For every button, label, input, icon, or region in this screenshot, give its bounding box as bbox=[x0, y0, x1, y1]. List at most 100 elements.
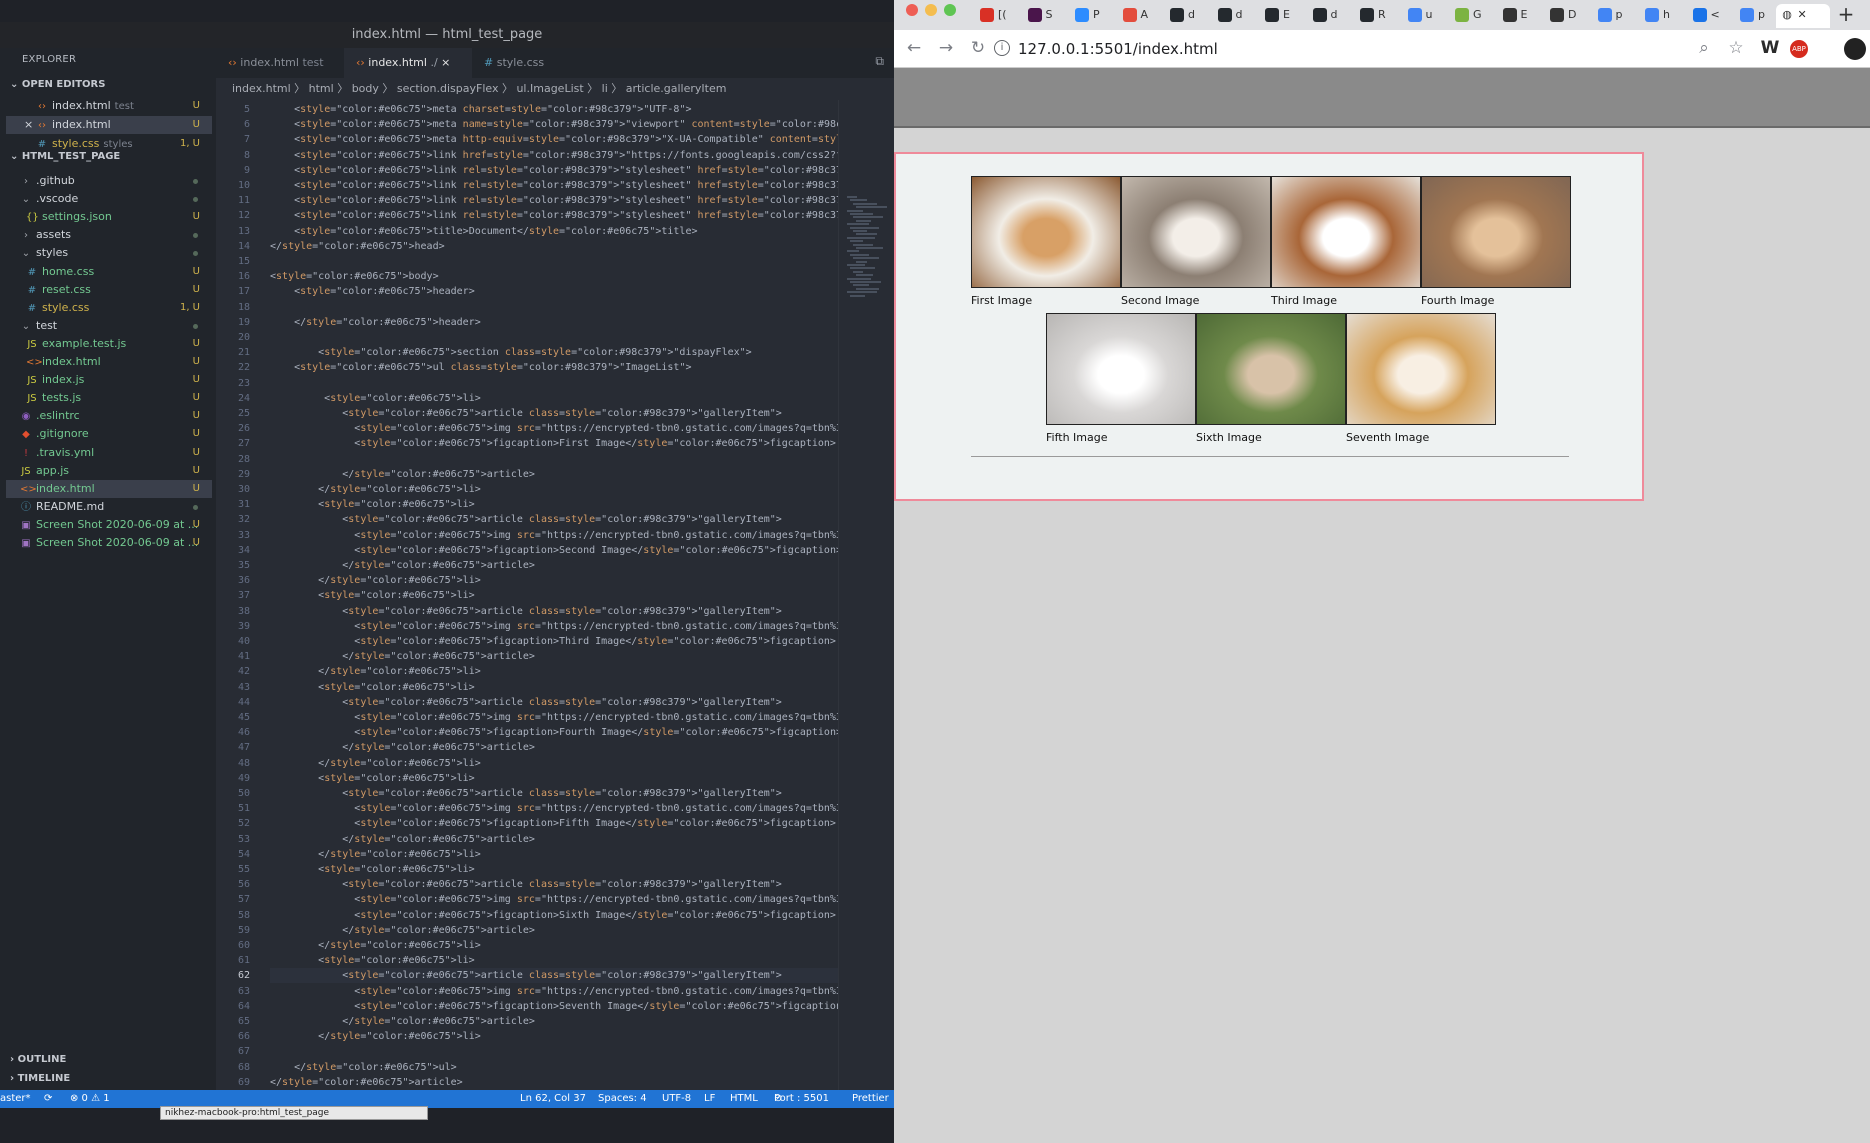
gallery-item[interactable]: Sixth Image bbox=[1196, 313, 1346, 444]
sync-icon[interactable]: ⟳ bbox=[44, 1090, 52, 1108]
file-tree-item[interactable]: <>index.html U bbox=[6, 479, 212, 498]
code-line[interactable]: <style="color:#e06c75">img src="https://… bbox=[270, 892, 838, 907]
close-icon[interactable]: × bbox=[24, 116, 33, 134]
code-line[interactable]: </style="color:#e06c75">article> bbox=[270, 558, 838, 573]
new-tab-button[interactable]: + bbox=[1834, 2, 1858, 26]
file-tree-item[interactable]: JS index.js U bbox=[6, 371, 212, 389]
code-line[interactable]: <style="color:#e06c75">figcaption>First … bbox=[270, 436, 838, 451]
split-editor-icon[interactable]: ⧉ bbox=[875, 54, 884, 69]
address-bar[interactable]: 127.0.0.1:5501/index.html bbox=[1018, 37, 1718, 61]
browser-tab[interactable]: u bbox=[1404, 4, 1442, 28]
branch-indicator[interactable]: aster* bbox=[0, 1090, 31, 1108]
browser-close-button[interactable] bbox=[906, 4, 918, 16]
browser-tab[interactable]: A bbox=[1119, 4, 1157, 28]
browser-tab[interactable]: h bbox=[1641, 4, 1679, 28]
adblock-icon[interactable]: ABP bbox=[1790, 40, 1808, 58]
browser-tab-active[interactable]: ◍ ✕ bbox=[1776, 4, 1830, 28]
browser-tab[interactable]: D bbox=[1546, 4, 1584, 28]
code-line[interactable]: <style="color:#e06c75">section class=sty… bbox=[270, 345, 838, 360]
puppy-image[interactable] bbox=[971, 176, 1121, 288]
file-tree-item[interactable]: ⌄ styles bbox=[6, 244, 212, 262]
code-line[interactable]: <style="color:#e06c75">meta name=style="… bbox=[270, 117, 838, 132]
tab-style-css[interactable]: # style.css bbox=[472, 48, 572, 78]
code-line[interactable]: </style="color:#e06c75">li> bbox=[270, 938, 838, 953]
code-line[interactable]: <style="color:#e06c75">link rel=style="c… bbox=[270, 178, 838, 193]
gallery-item[interactable]: First Image bbox=[971, 176, 1121, 307]
code-line[interactable]: <style="color:#e06c75">figcaption>Third … bbox=[270, 634, 838, 649]
file-tree-item[interactable]: # reset.css U bbox=[6, 281, 212, 299]
tab-index-test[interactable]: ‹› index.html test bbox=[216, 48, 344, 78]
code-line[interactable]: </style="color:#e06c75">li> bbox=[270, 1029, 838, 1044]
file-tree-item[interactable]: # style.css 1, U bbox=[6, 299, 212, 317]
code-line[interactable]: <style="color:#e06c75">li> bbox=[270, 771, 838, 786]
puppy-image[interactable] bbox=[1346, 313, 1496, 425]
code-line[interactable]: <style="color:#e06c75">ul class=style="c… bbox=[270, 360, 838, 375]
puppy-image[interactable] bbox=[1196, 313, 1346, 425]
code-line[interactable]: <style="color:#e06c75">meta http-equiv=s… bbox=[270, 132, 838, 147]
code-line[interactable]: </style="color:#e06c75">header> bbox=[270, 315, 838, 330]
file-tree-item[interactable]: # home.css U bbox=[6, 263, 212, 281]
tab-index-active[interactable]: ‹› index.html ./ × bbox=[344, 48, 472, 78]
breadcrumb[interactable]: index.html 〉 html 〉 body 〉 section.dispa… bbox=[216, 78, 894, 100]
file-tree-item[interactable]: JS app.js U bbox=[6, 462, 212, 480]
problems-indicator[interactable]: ⊗ 0 ⚠ 1 bbox=[70, 1090, 110, 1108]
open-editor-item[interactable]: ‹› index.html U × bbox=[6, 116, 212, 134]
code-line[interactable]: <style="color:#e06c75">img src="https://… bbox=[270, 710, 838, 725]
forward-icon[interactable]: → bbox=[936, 38, 956, 58]
file-tree-item[interactable]: › assets bbox=[6, 226, 212, 244]
file-tree-item[interactable]: <>index.html U bbox=[6, 353, 212, 371]
eol[interactable]: LF bbox=[704, 1090, 715, 1108]
code-line[interactable]: <style="color:#e06c75">article class=sty… bbox=[270, 512, 838, 527]
code-line[interactable]: <style="color:#e06c75">article class=sty… bbox=[270, 604, 838, 619]
code-line[interactable]: </style="color:#e06c75">li> bbox=[270, 664, 838, 679]
code-line[interactable]: </style="color:#e06c75">li> bbox=[270, 573, 838, 588]
code-line[interactable]: <style="color:#e06c75">link rel=style="c… bbox=[270, 163, 838, 178]
code-line[interactable]: <style="color:#e06c75">figcaption>Sixth … bbox=[270, 908, 838, 923]
code-line[interactable]: </style="color:#e06c75">article> bbox=[270, 1014, 838, 1029]
code-line[interactable]: <style="color:#e06c75">link rel=style="c… bbox=[270, 208, 838, 223]
outline-header[interactable]: › OUTLINE bbox=[10, 1054, 66, 1065]
code-line[interactable]: <style="color:#e06c75">link rel=style="c… bbox=[270, 193, 838, 208]
reload-icon[interactable]: ↻ bbox=[968, 38, 988, 58]
zoom-icon[interactable]: ⌕ bbox=[1694, 38, 1714, 58]
code-line[interactable]: <style="color:#e06c75">img src="https://… bbox=[270, 801, 838, 816]
language-mode[interactable]: HTML bbox=[730, 1090, 758, 1108]
code-line[interactable]: <style="color:#e06c75">img src="https://… bbox=[270, 528, 838, 543]
code-line[interactable]: </style="color:#e06c75">article> bbox=[270, 1075, 838, 1090]
code-editor[interactable]: 5 <style="color:#e06c75">meta charset=st… bbox=[216, 100, 838, 1090]
prettier-indicator[interactable]: Prettier bbox=[852, 1090, 889, 1108]
code-line[interactable]: <style="color:#e06c75">li> bbox=[270, 953, 838, 968]
file-tree-item[interactable]: ⌄ test bbox=[6, 317, 212, 335]
minimap[interactable] bbox=[838, 100, 894, 1090]
code-line[interactable] bbox=[270, 300, 838, 315]
browser-zoom-button[interactable] bbox=[944, 4, 956, 16]
extension-w-icon[interactable]: W bbox=[1760, 38, 1780, 58]
code-line[interactable]: <style="color:#e06c75">article class=sty… bbox=[270, 786, 838, 801]
file-tree-item[interactable]: ◉ .eslintrc U bbox=[6, 407, 212, 425]
code-line[interactable]: <style="color:#e06c75">article class=sty… bbox=[270, 406, 838, 421]
back-icon[interactable]: ← bbox=[904, 38, 924, 58]
code-line[interactable]: </style="color:#e06c75">article> bbox=[270, 832, 838, 847]
browser-tab[interactable]: d bbox=[1166, 4, 1204, 28]
code-line[interactable]: <style="color:#e06c75">article class=sty… bbox=[270, 968, 838, 984]
code-line[interactable]: <style="color:#e06c75">title>Document</s… bbox=[270, 224, 838, 239]
browser-tab[interactable]: < bbox=[1689, 4, 1727, 28]
file-tree-item[interactable]: JS tests.js U bbox=[6, 389, 212, 407]
code-line[interactable]: <style="color:#e06c75">body> bbox=[270, 269, 838, 284]
browser-tab[interactable]: S bbox=[1024, 4, 1062, 28]
browser-tab[interactable]: E bbox=[1261, 4, 1299, 28]
file-tree-item[interactable]: ⌄ .vscode bbox=[6, 190, 212, 208]
open-editors-header[interactable]: ⌄ OPEN EDITORS bbox=[10, 79, 105, 90]
puppy-image[interactable] bbox=[1421, 176, 1571, 288]
gallery-item[interactable]: Second Image bbox=[1121, 176, 1271, 307]
encoding[interactable]: UTF-8 bbox=[662, 1090, 691, 1108]
gallery-item[interactable]: Seventh Image bbox=[1346, 313, 1496, 444]
cursor-position[interactable]: Ln 62, Col 37 bbox=[520, 1090, 586, 1108]
code-line[interactable]: <style="color:#e06c75">figcaption>Sevent… bbox=[270, 999, 838, 1014]
close-icon[interactable]: × bbox=[441, 56, 450, 69]
code-line[interactable]: </style="color:#e06c75">li> bbox=[270, 482, 838, 497]
code-line[interactable]: </style="color:#e06c75">li> bbox=[270, 847, 838, 862]
code-line[interactable] bbox=[270, 254, 838, 269]
code-line[interactable]: <style="color:#e06c75">figcaption>Second… bbox=[270, 543, 838, 558]
code-line[interactable]: <style="color:#e06c75">article class=sty… bbox=[270, 695, 838, 710]
